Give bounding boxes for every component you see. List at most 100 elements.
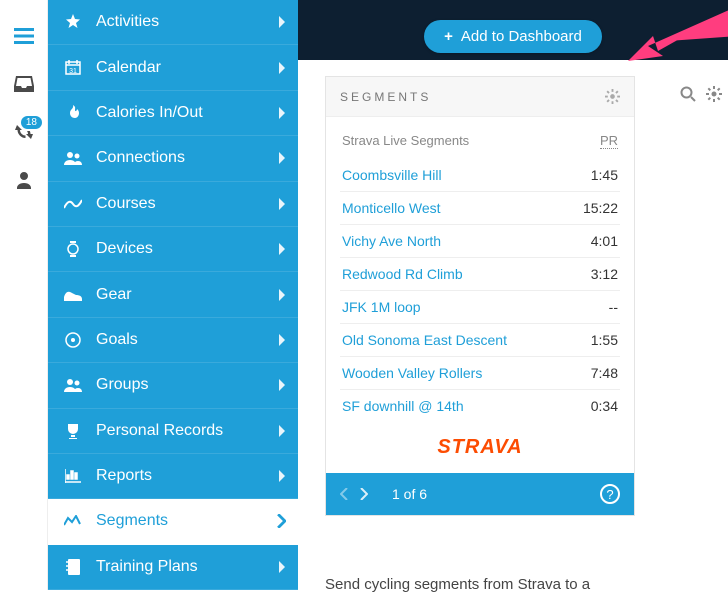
trophy-icon [62,423,84,439]
segment-row: JFK 1M loop -- [340,291,620,324]
card-body: Strava Live Segments PR Coombsville Hill… [326,117,634,473]
inbox-button[interactable] [0,60,48,108]
add-to-dashboard-button[interactable]: + Add to Dashboard [424,20,602,53]
calendar-icon: 31 [62,60,84,76]
segment-row: Old Sonoma East Descent 1:55 [340,324,620,357]
segment-link[interactable]: Wooden Valley Rollers [342,365,482,381]
segment-link[interactable]: Coombsville Hill [342,167,442,183]
sidebar-item-segments[interactable]: Segments [48,499,298,544]
chevron-right-icon [278,198,286,210]
subhead-pr[interactable]: PR [600,133,618,149]
chevron-right-icon [278,152,286,164]
segment-link[interactable]: Old Sonoma East Descent [342,332,507,348]
sidebar-item-calories[interactable]: Calories In/Out [48,91,298,136]
sidebar-item-activities[interactable]: Activities [48,0,298,45]
segment-time: 7:48 [591,365,618,381]
svg-text:31: 31 [69,68,77,75]
chevron-right-icon [278,289,286,301]
chart-icon [62,469,84,483]
sidebar-item-personal-records[interactable]: Personal Records [48,409,298,454]
pager-next-button[interactable] [360,488,380,500]
sidebar-item-calendar[interactable]: 31 Calendar [48,45,298,90]
notebook-icon [62,559,84,575]
chevron-right-icon [278,62,286,74]
sidebar-item-devices[interactable]: Devices [48,227,298,272]
sidebar-item-label: Gear [96,286,132,304]
sidebar-item-gear[interactable]: Gear [48,272,298,317]
segment-time: 15:22 [583,200,618,216]
subhead-left: Strava Live Segments [342,133,469,149]
pager-prev-button[interactable] [340,488,360,500]
chevron-right-icon [278,243,286,255]
sidebar-item-goals[interactable]: Goals [48,318,298,363]
sidebar-item-label: Personal Records [96,422,223,440]
segment-time: 3:12 [591,266,618,282]
flame-icon [62,105,84,121]
main-area: + Add to Dashboard SEGMENTS Strava Live … [298,0,728,590]
activities-icon [62,14,84,30]
segment-time: 0:34 [591,398,618,414]
notification-badge: 18 [19,114,44,131]
group-icon [62,378,84,392]
segment-time: 4:01 [591,233,618,249]
segments-subheader: Strava Live Segments PR [342,133,618,149]
sidebar-item-reports[interactable]: Reports [48,454,298,499]
segment-link[interactable]: JFK 1M loop [342,299,421,315]
segments-card: SEGMENTS Strava Live Segments PR Coombsv… [325,76,635,516]
route-icon [62,198,84,210]
chevron-right-icon [278,334,286,346]
sidebar-item-label: Connections [96,149,185,167]
sidebar-item-label: Calories In/Out [96,104,203,122]
chevron-right-icon [278,561,286,573]
sidebar-item-label: Groups [96,376,148,394]
add-button-label: Add to Dashboard [461,28,582,45]
sidebar-item-groups[interactable]: Groups [48,363,298,408]
shoe-icon [62,289,84,301]
card-footer: 1 of 6 ? [326,473,634,515]
segment-time: 1:45 [591,167,618,183]
segment-time: -- [609,299,618,315]
hamburger-button[interactable] [0,12,48,60]
sidebar-item-courses[interactable]: Courses [48,182,298,227]
sidebar-item-training-plans[interactable]: Training Plans [48,545,298,590]
gear-icon[interactable] [706,86,722,102]
people-icon [62,151,84,165]
pager-counter: 1 of 6 [392,486,427,502]
watch-icon [62,241,84,257]
segment-link[interactable]: Vichy Ave North [342,233,441,249]
segment-row: Redwood Rd Climb 3:12 [340,258,620,291]
card-header: SEGMENTS [326,77,634,117]
segment-row: SF downhill @ 14th 0:34 [340,390,620,422]
segment-row: Monticello West 15:22 [340,192,620,225]
sidebar-item-label: Segments [96,512,168,530]
sidebar-item-connections[interactable]: Connections [48,136,298,181]
callout-arrow-icon [578,6,728,86]
segment-row: Coombsville Hill 1:45 [340,159,620,192]
sidebar: Activities 31 Calendar Calories In/Out C… [48,0,298,590]
hamburger-icon [14,28,34,44]
segment-row: Vichy Ave North 4:01 [340,225,620,258]
sidebar-item-label: Activities [96,13,159,31]
sidebar-item-label: Reports [96,467,152,485]
sidebar-item-label: Calendar [96,59,161,77]
chevron-right-icon [278,379,286,391]
left-rail: 18 [0,0,48,590]
segment-link[interactable]: Redwood Rd Climb [342,266,463,282]
search-icon[interactable] [680,86,696,102]
sidebar-item-label: Devices [96,240,153,258]
sync-button[interactable]: 18 [0,108,48,156]
help-button[interactable]: ? [600,484,620,504]
profile-button[interactable] [0,156,48,204]
target-icon [62,332,84,348]
segment-link[interactable]: SF downhill @ 14th [342,398,464,414]
toolbar-right [680,86,722,102]
user-icon [15,171,33,189]
segments-icon [62,515,84,527]
segment-link[interactable]: Monticello West [342,200,441,216]
chevron-right-icon [278,470,286,482]
segment-time: 1:55 [591,332,618,348]
chevron-right-icon [278,16,286,28]
inbox-icon [14,76,34,92]
card-settings-button[interactable] [605,89,620,104]
segment-row: Wooden Valley Rollers 7:48 [340,357,620,390]
